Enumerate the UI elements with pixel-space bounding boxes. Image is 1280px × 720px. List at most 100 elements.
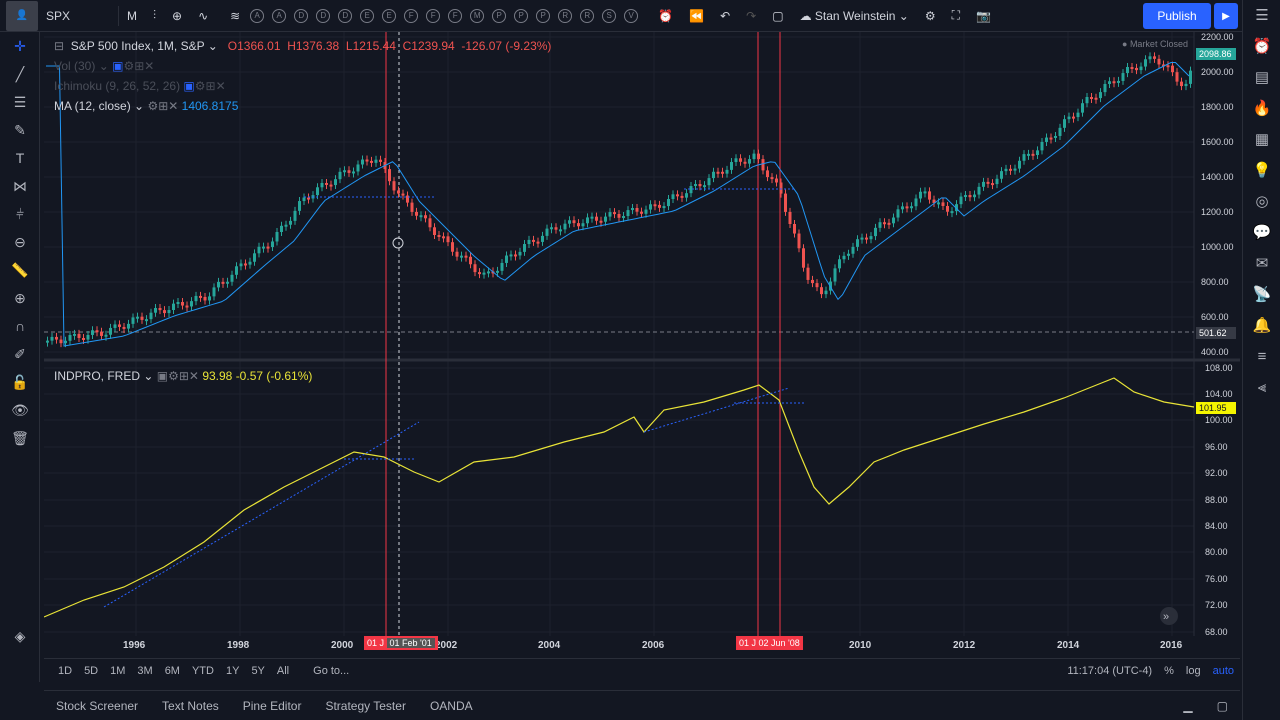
- fullscreen-icon[interactable]: ⛶: [944, 0, 968, 32]
- candle-body: [568, 220, 571, 224]
- candle-body: [307, 197, 310, 200]
- range-1y[interactable]: 1Y: [220, 665, 245, 677]
- candle-body: [226, 281, 229, 284]
- lock-draw-icon[interactable]: ✐: [0, 340, 40, 368]
- candle-body: [748, 159, 751, 164]
- magnet-icon[interactable]: ∩: [0, 312, 40, 340]
- watchlist-icon[interactable]: ☰: [1243, 0, 1280, 31]
- candle-body: [64, 340, 67, 344]
- candle-body: [127, 323, 130, 329]
- layout-icon[interactable]: ▢: [764, 0, 791, 32]
- chat-icon[interactable]: 💬: [1243, 217, 1280, 248]
- range-3m[interactable]: 3M: [131, 665, 158, 677]
- trendline-icon[interactable]: ╱: [0, 60, 40, 88]
- signals-icon[interactable]: 📡: [1243, 279, 1280, 310]
- streams-icon[interactable]: ◎: [1243, 186, 1280, 217]
- text-icon[interactable]: T: [0, 144, 40, 172]
- undo-icon[interactable]: ↶: [712, 0, 738, 32]
- alerts-icon[interactable]: ⏰: [1243, 31, 1280, 62]
- ticker-icon[interactable]: ⫷: [1243, 372, 1280, 403]
- range-1d[interactable]: 1D: [52, 665, 78, 677]
- notifications-icon[interactable]: 🔔: [1243, 310, 1280, 341]
- candle-body: [604, 216, 607, 222]
- candle-body: [298, 201, 301, 211]
- range-5y[interactable]: 5Y: [245, 665, 270, 677]
- range-5d[interactable]: 5D: [78, 665, 104, 677]
- fib-icon[interactable]: ☰: [0, 88, 40, 116]
- compare-icon[interactable]: ⊕: [164, 0, 190, 32]
- tab-stock-screener[interactable]: Stock Screener: [44, 699, 150, 713]
- symbol-title[interactable]: S&P 500 Index, 1M, S&P: [71, 39, 205, 53]
- template-icon[interactable]: ≋: [230, 9, 240, 23]
- indicators-bar[interactable]: ≋ AADDDEEFFFMPPPRRSV: [216, 0, 650, 32]
- candle-body: [707, 178, 711, 186]
- range-6m[interactable]: 6M: [159, 665, 186, 677]
- tab-strategy-tester[interactable]: Strategy Tester: [313, 699, 417, 713]
- candle-body: [671, 194, 675, 200]
- minimize-icon[interactable]: ▁: [1171, 699, 1204, 713]
- candle-body: [370, 160, 373, 163]
- calendar-icon[interactable]: ▦: [1243, 124, 1280, 155]
- crosshair-icon[interactable]: ✛: [0, 32, 40, 60]
- tab-pine-editor[interactable]: Pine Editor: [231, 699, 314, 713]
- goto-date[interactable]: Go to...: [307, 665, 355, 677]
- vol-legend[interactable]: Vol (30) ⌄ ▣⚙⊞✕: [54, 59, 154, 73]
- play-icon[interactable]: ▶: [1214, 3, 1238, 29]
- indicator-icon[interactable]: ∿: [190, 0, 216, 32]
- chart-area[interactable]: 2200.00 2000.00 1800.00 1600.00 1400.00 1200.…: [44, 32, 1240, 636]
- publish-button[interactable]: Publish: [1143, 3, 1211, 29]
- tab-text-notes[interactable]: Text Notes: [150, 699, 231, 713]
- candle-body: [154, 308, 157, 313]
- candle-body: [185, 305, 189, 308]
- crosshair-price-tag: 501.62: [1196, 327, 1236, 339]
- candle-body: [761, 159, 765, 171]
- alert-icon[interactable]: ⏰: [650, 0, 681, 32]
- tab-oanda[interactable]: OANDA: [418, 699, 485, 713]
- candle-body: [118, 324, 121, 327]
- maximize-icon[interactable]: ▢: [1205, 699, 1240, 713]
- percent-toggle[interactable]: %: [1158, 665, 1180, 677]
- ruler-icon[interactable]: 📏: [0, 256, 40, 284]
- replay-icon[interactable]: ⏪: [681, 0, 712, 32]
- candle-body: [415, 211, 418, 216]
- prediction-icon[interactable]: ⫩: [0, 200, 40, 228]
- candle-body: [626, 210, 630, 217]
- interval-selector[interactable]: M: [119, 0, 145, 32]
- zoom-icon[interactable]: ⊕: [0, 284, 40, 312]
- range-all[interactable]: All: [271, 665, 295, 677]
- collapse-icon[interactable]: ⊟: [54, 39, 67, 53]
- candle-body: [347, 170, 351, 173]
- dom-icon[interactable]: ≡: [1243, 341, 1280, 372]
- candle-body: [775, 178, 778, 183]
- ideas-icon[interactable]: 💡: [1243, 155, 1280, 186]
- range-1m[interactable]: 1M: [104, 665, 131, 677]
- ma-legend[interactable]: MA (12, close) ⌄ ⚙⊞✕ 1406.8175: [54, 99, 238, 113]
- trash-icon[interactable]: 🗑: [0, 424, 40, 452]
- pattern-icon[interactable]: ⋈: [0, 172, 40, 200]
- hotlist-icon[interactable]: 🔥: [1243, 93, 1280, 124]
- private-chat-icon[interactable]: ✉: [1243, 248, 1280, 279]
- candle-body: [1090, 97, 1093, 100]
- candle-body: [820, 287, 823, 295]
- auto-toggle[interactable]: auto: [1207, 665, 1240, 677]
- chart-type-icon[interactable]: ⫶: [145, 0, 164, 32]
- back-icon[interactable]: ⊖: [0, 228, 40, 256]
- user-menu[interactable]: ☁ Stan Weinstein ⌄: [792, 0, 917, 32]
- ichimoku-legend[interactable]: Ichimoku (9, 26, 52, 26) ▣⚙⊞✕: [54, 79, 226, 93]
- candle-body: [662, 206, 666, 209]
- chevron-down-icon[interactable]: ⌄: [208, 39, 218, 53]
- settings-icon[interactable]: ⚙: [917, 0, 944, 32]
- candle-body: [1148, 56, 1152, 60]
- camera-icon[interactable]: 📷: [968, 0, 999, 32]
- layers-icon[interactable]: ◈: [0, 622, 40, 650]
- lock-icon[interactable]: 🔓: [0, 368, 40, 396]
- eye-icon[interactable]: 👁: [0, 396, 40, 424]
- avatar[interactable]: 👤: [6, 0, 38, 31]
- log-toggle[interactable]: log: [1180, 665, 1207, 677]
- data-window-icon[interactable]: ▤: [1243, 62, 1280, 93]
- brush-icon[interactable]: ✎: [0, 116, 40, 144]
- candle-body: [883, 222, 886, 225]
- symbol-search[interactable]: SPX: [38, 0, 118, 32]
- redo-icon[interactable]: ↷: [738, 0, 764, 32]
- range-ytd[interactable]: YTD: [186, 665, 220, 677]
